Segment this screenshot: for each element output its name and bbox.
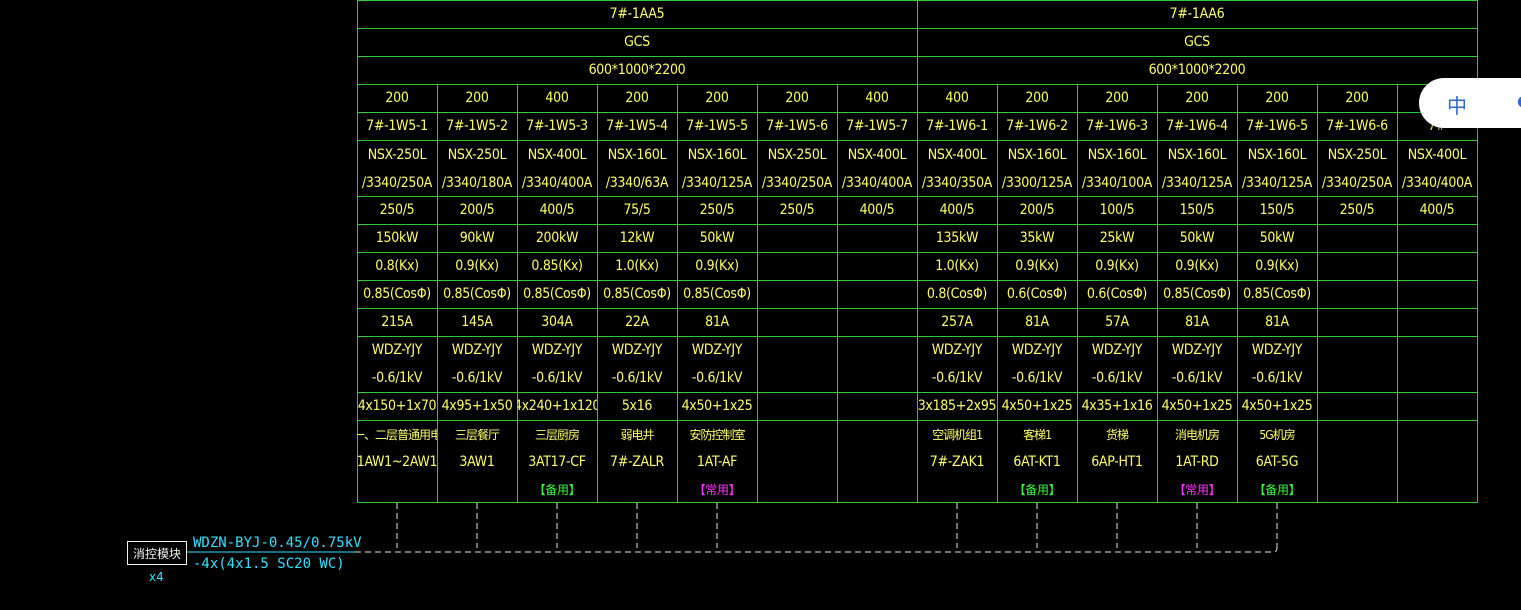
control-cable-spec-1: WDZN-BYJ-0.45/0.75kV [193, 535, 362, 551]
module-count: x4 [149, 570, 164, 584]
ime-language-toggle[interactable]: 中 [1447, 90, 1467, 119]
moon-icon[interactable] [1515, 94, 1521, 110]
control-wiring [187, 503, 1278, 553]
control-bus-line [355, 547, 1278, 553]
ime-toolbar[interactable]: 中 [1419, 78, 1521, 128]
control-cable-spec-2: -4x(4x1.5 SC20 WC) [193, 556, 345, 572]
module-label: 消控模块 [132, 546, 181, 561]
fire-control-module: 消控模块 [127, 541, 187, 565]
